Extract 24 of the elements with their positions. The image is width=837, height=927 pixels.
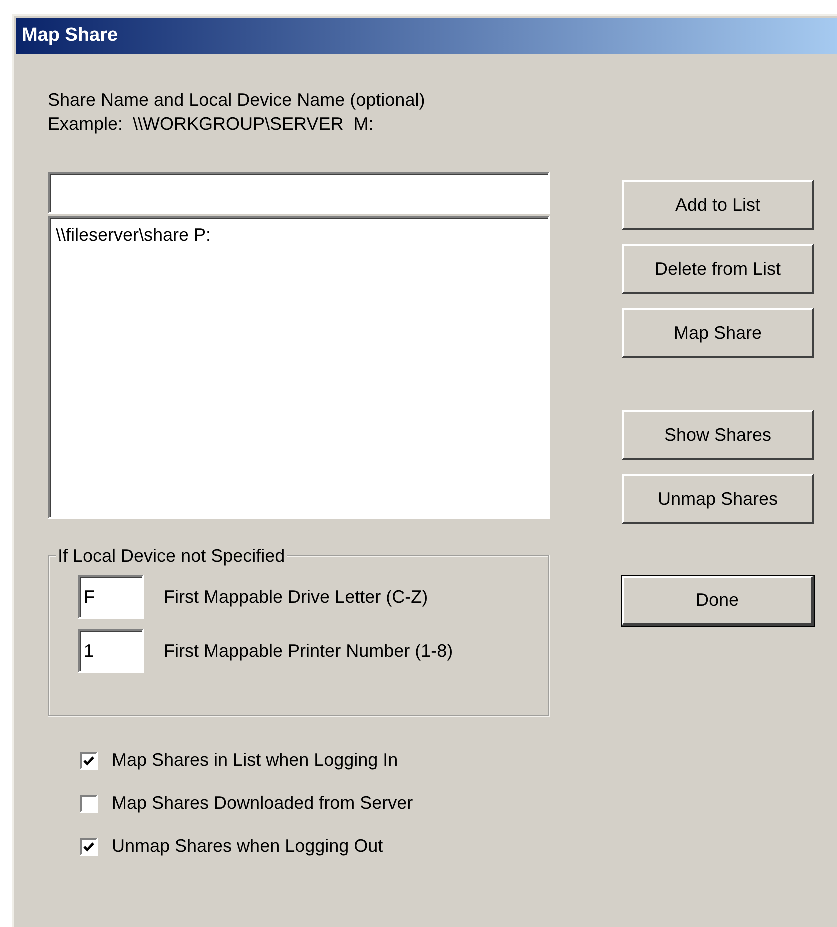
checkbox-label: Map Shares in List when Logging In: [112, 749, 398, 772]
list-item[interactable]: \\fileserver\share P:: [56, 222, 212, 249]
check-icon: [83, 754, 95, 766]
checkbox[interactable]: [80, 752, 98, 770]
dialog-button[interactable]: Show Shares: [622, 410, 814, 460]
instruction-text: Share Name and Local Device Name (optional): [48, 89, 426, 112]
number-field[interactable]: F: [78, 575, 144, 619]
checkbox[interactable]: [80, 838, 98, 856]
dialog-button[interactable]: Add to List: [622, 180, 814, 230]
share-name-field[interactable]: [48, 172, 550, 214]
dialog-button[interactable]: Delete from List: [622, 244, 814, 294]
field-label: First Mappable Drive Letter (C-Z): [164, 586, 428, 609]
dialog-button[interactable]: Done: [622, 576, 814, 626]
share-list[interactable]: \\fileserver\share P:: [48, 216, 550, 519]
check-icon: [83, 840, 95, 852]
number-field[interactable]: 1: [78, 629, 144, 673]
checkbox[interactable]: [80, 794, 98, 812]
window-title: Map Share: [22, 24, 118, 48]
checkbox-label: Map Shares Downloaded from Server: [112, 792, 414, 815]
checkbox-label: Unmap Shares when Logging Out: [112, 835, 384, 858]
dialog-button[interactable]: Unmap Shares: [622, 474, 814, 524]
dialog-button[interactable]: Map Share: [622, 308, 814, 358]
field-label: First Mappable Printer Number (1-8): [164, 640, 454, 663]
instruction-text: Example: \\WORKGROUP\SERVER M:: [48, 113, 374, 136]
